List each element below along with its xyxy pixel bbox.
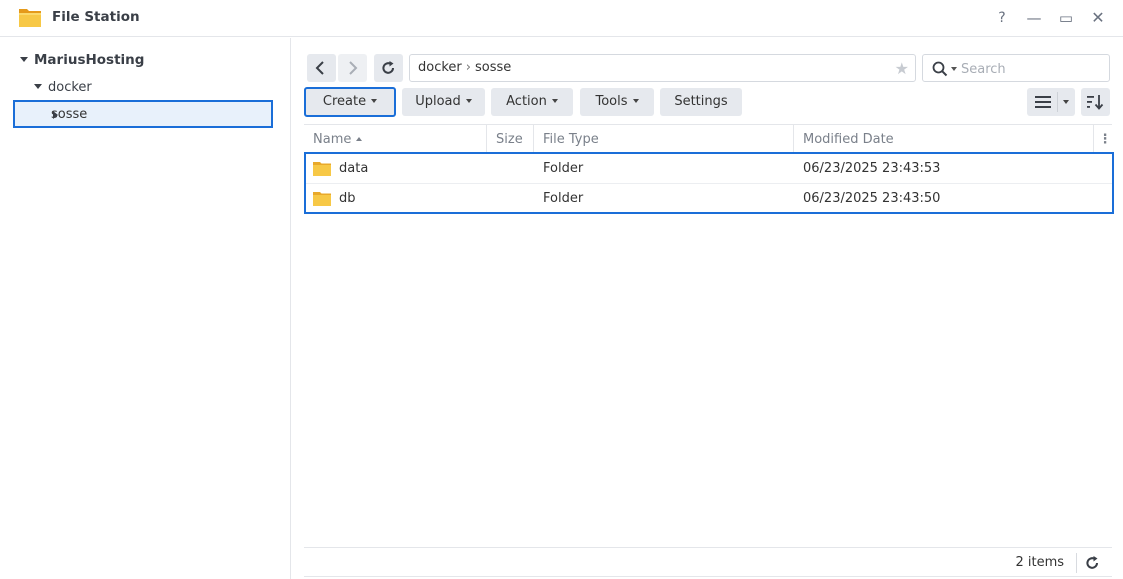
- table-row[interactable]: data Folder 06/23/2025 23:43:53: [306, 154, 1112, 183]
- list-view-icon: [1035, 96, 1051, 108]
- modified-date: 06/23/2025 23:43:53: [803, 161, 941, 176]
- chevron-left-icon: [315, 61, 324, 75]
- column-header-size[interactable]: Size: [487, 125, 534, 154]
- item-count: 2 items: [1015, 555, 1064, 570]
- app-title: File Station: [52, 9, 140, 25]
- column-label: Name: [313, 132, 352, 147]
- tree-root-label: MariusHosting: [34, 52, 145, 68]
- tree-item-docker[interactable]: docker: [34, 75, 92, 101]
- modified-date: 06/23/2025 23:43:50: [803, 191, 941, 206]
- settings-button[interactable]: Settings: [660, 88, 742, 116]
- file-list: data Folder 06/23/2025 23:43:53 db Folde…: [304, 152, 1114, 214]
- forward-button[interactable]: [338, 54, 367, 82]
- column-header-modified-date[interactable]: Modified Date: [794, 125, 1094, 154]
- title-bar: File Station ? — ▭ ✕: [0, 0, 1123, 37]
- breadcrumb-segment[interactable]: docker: [418, 60, 462, 75]
- expand-caret-icon[interactable]: [34, 84, 42, 89]
- folder-icon: [313, 162, 331, 176]
- tools-button[interactable]: Tools: [580, 88, 654, 116]
- tree-root-mariushosting[interactable]: MariusHosting: [20, 47, 144, 73]
- help-button[interactable]: ?: [992, 8, 1012, 28]
- create-label: Create: [322, 94, 367, 109]
- refresh-icon: [382, 61, 395, 74]
- search-box[interactable]: [922, 54, 1110, 82]
- chevron-down-icon[interactable]: [1063, 100, 1069, 104]
- sort-ascending-icon: [356, 136, 363, 141]
- refresh-button[interactable]: [374, 54, 403, 82]
- file-list-header: Name Size File Type Modified Date ⋮: [304, 124, 1112, 154]
- expand-caret-icon[interactable]: [20, 56, 28, 62]
- sort-icon: [1087, 95, 1104, 110]
- breadcrumb-separator: ›: [465, 60, 471, 75]
- chevron-down-icon: [632, 98, 639, 103]
- table-row[interactable]: db Folder 06/23/2025 23:43:50: [306, 183, 1112, 212]
- upload-button[interactable]: Upload: [402, 88, 485, 116]
- folder-icon: [313, 192, 331, 206]
- chevron-down-icon: [371, 98, 378, 103]
- tree-item-sosse[interactable]: sosse: [13, 100, 273, 128]
- column-header-file-type[interactable]: File Type: [534, 125, 794, 154]
- refresh-icon[interactable]: [1085, 555, 1100, 571]
- close-button[interactable]: ✕: [1088, 8, 1108, 28]
- file-station-folder-icon: [19, 9, 41, 27]
- breadcrumb: docker › sosse: [418, 60, 511, 75]
- divider: [1076, 553, 1077, 573]
- minimize-button[interactable]: —: [1024, 8, 1044, 28]
- tree-item-label: docker: [48, 80, 92, 95]
- star-icon[interactable]: ★: [895, 59, 909, 78]
- action-label: Action: [506, 94, 547, 109]
- breadcrumb-segment[interactable]: sosse: [475, 60, 511, 75]
- file-type: Folder: [543, 161, 584, 176]
- chevron-down-icon[interactable]: [951, 67, 957, 71]
- path-bar[interactable]: docker › sosse ★: [409, 54, 916, 82]
- file-type: Folder: [543, 191, 584, 206]
- file-name: data: [339, 161, 369, 176]
- chevron-down-icon: [465, 98, 472, 103]
- create-button[interactable]: Create: [304, 87, 396, 117]
- sort-button[interactable]: [1081, 88, 1110, 116]
- file-name: db: [339, 191, 356, 206]
- search-icon[interactable]: [932, 61, 948, 77]
- column-options-icon[interactable]: ⋮: [1098, 125, 1112, 154]
- action-button[interactable]: Action: [491, 88, 573, 116]
- view-mode-button[interactable]: [1027, 88, 1075, 116]
- tools-label: Tools: [595, 94, 628, 109]
- column-header-name[interactable]: Name: [304, 125, 487, 154]
- chevron-down-icon: [551, 98, 558, 103]
- divider: [1057, 92, 1058, 112]
- upload-label: Upload: [415, 94, 461, 109]
- folder-tree-sidebar: MariusHosting docker sosse: [0, 38, 291, 579]
- chevron-right-icon: [349, 61, 358, 75]
- maximize-button[interactable]: ▭: [1056, 8, 1076, 28]
- search-input[interactable]: [961, 59, 1101, 79]
- status-bar: 2 items: [304, 547, 1112, 577]
- back-button[interactable]: [307, 54, 336, 82]
- collapsed-caret-icon[interactable]: [53, 111, 58, 119]
